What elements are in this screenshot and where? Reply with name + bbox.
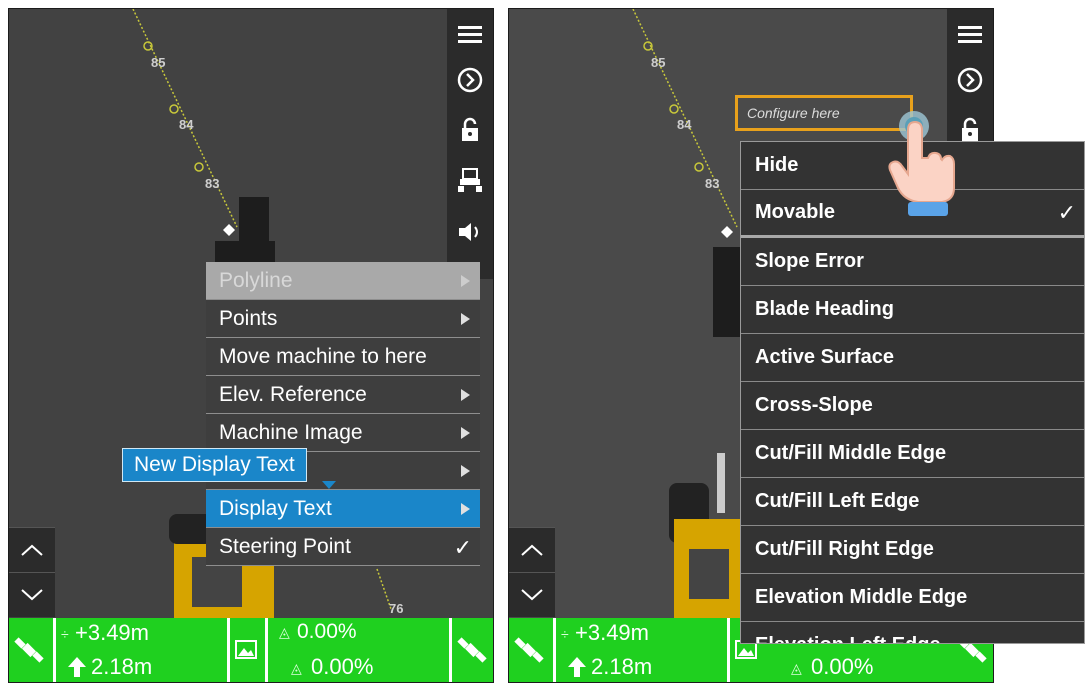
map-context-menu: Polyline Points Move machine to here Ele… [206,262,480,566]
checkmark-icon: ✓ [1057,200,1076,225]
submenu-arrow-icon [461,313,470,325]
menu-item-label: Cut/Fill Right Edge [755,538,934,560]
station-label: 84 [179,117,194,132]
menu-item-label: Active Surface [755,346,894,368]
speaker-icon[interactable] [447,209,493,255]
tooltip-pointer [322,481,336,489]
cut-fill-value: +3.49m [75,620,149,645]
submenu-arrow-icon [461,465,470,477]
menu-item-blade-heading[interactable]: Blade Heading [741,286,1084,334]
slope-value-top: 0.00% [297,620,357,643]
station-label: 84 [677,117,692,132]
status-bar: ÷ +3.49m 2.18m ◬ 0.00% ◬ 0.00% [9,618,493,682]
submenu-arrow-icon [461,389,470,401]
gps-satellite-icon[interactable] [509,618,553,682]
menu-item-label: Machine Image [219,420,363,444]
menu-item-label: Blade Heading [755,298,894,320]
elevation-value: 2.18m [591,654,653,679]
menu-item-elevation-left-edge[interactable]: Elevation Left Edge [741,622,1084,643]
menu-item-points[interactable]: Points [206,300,480,338]
elevation-value: 2.18m [91,654,153,679]
menu-item-active-surface[interactable]: Active Surface [741,334,1084,382]
menu-item-machine-image[interactable]: Machine Image [206,414,480,452]
menu-item-slope-error[interactable]: Slope Error [741,238,1084,286]
machine-icon[interactable] [447,157,493,203]
menu-item-label: Points [219,306,278,330]
submenu-arrow-icon [461,275,470,287]
tap-hand-icon [884,108,964,220]
menu-item-cut-fill-right-edge[interactable]: Cut/Fill Right Edge [741,526,1084,574]
status-divider [53,618,56,682]
menu-item-label: Slope Error [755,250,864,272]
menu-icon[interactable] [447,11,493,57]
station-label: 83 [705,176,720,191]
scroll-up-button[interactable] [9,527,55,572]
scroll-down-button[interactable] [509,572,555,617]
machine-image [239,197,269,241]
machine-boom [717,453,725,513]
checkmark-icon: ✓ [453,535,472,560]
menu-item-label: Cut/Fill Middle Edge [755,442,947,464]
machine-window [689,549,729,599]
image-icon[interactable] [235,640,257,665]
scroll-down-button[interactable] [9,572,55,617]
slope-value-bottom: 0.00% [311,654,374,679]
submenu-arrow-icon [461,427,470,439]
slope-icon: ◬ [291,660,302,676]
menu-icon[interactable] [947,11,993,57]
gps-satellite-icon[interactable] [452,618,493,682]
submenu-arrow-icon [461,503,470,515]
cut-fill-icon: ÷ [61,626,69,642]
lock-icon[interactable] [447,107,493,153]
menu-item-label: Elev. Reference [219,382,367,406]
cut-fill-value: +3.49m [575,620,649,645]
menu-item-move-machine[interactable]: Move machine to here [206,338,480,376]
menu-item-cross-slope[interactable]: Cross-Slope [741,382,1084,430]
forward-circle-icon[interactable] [947,57,993,103]
menu-item-label: Elevation Middle Edge [755,586,968,608]
menu-item-display-text[interactable]: Display Text [206,490,480,528]
status-divider [265,618,268,682]
machine-image [713,247,743,337]
menu-item-cut-fill-middle-edge[interactable]: Cut/Fill Middle Edge [741,430,1084,478]
menu-item-label: Elevation Left Edge [755,634,941,643]
menu-item-label: Hide [755,154,799,176]
status-divider [553,618,556,682]
steering-point-marker [721,226,733,238]
forward-circle-icon[interactable] [447,57,493,103]
menu-item-label: Movable [755,201,836,223]
menu-item-elevation-middle-edge[interactable]: Elevation Middle Edge [741,574,1084,622]
menu-item-polyline[interactable]: Polyline [206,262,480,300]
menu-item-label: Cross-Slope [755,394,873,416]
status-divider [227,618,230,682]
new-display-text-tooltip[interactable]: New Display Text [122,448,307,482]
station-label: 85 [651,55,666,70]
menu-item-label: Move machine to here [219,344,427,368]
menu-item-cut-fill-left-edge[interactable]: Cut/Fill Left Edge [741,478,1084,526]
status-divider [727,618,730,682]
menu-item-label: Polyline [219,268,293,292]
station-label: 76 [389,601,404,616]
menu-item-elev-reference[interactable]: Elev. Reference [206,376,480,414]
slope-value-bottom: 0.00% [811,654,874,679]
elevation-arrow-icon [567,656,587,682]
right-toolbar [447,9,493,279]
cut-fill-icon: ÷ [561,626,569,642]
gps-satellite-icon[interactable] [9,618,53,682]
station-label: 83 [205,176,220,191]
slope-icon: ◬ [791,660,802,676]
elevation-arrow-icon [67,656,87,682]
menu-item-label: Display Text [219,496,332,520]
steering-point-marker [223,224,235,236]
menu-item-label: Cut/Fill Left Edge [755,490,920,512]
slope-icon: ◬ [279,624,290,640]
menu-item-label: Steering Point [219,534,351,558]
menu-item-steering-point[interactable]: Steering Point ✓ [206,528,480,566]
station-label: 85 [151,55,166,70]
scroll-up-button[interactable] [509,527,555,572]
